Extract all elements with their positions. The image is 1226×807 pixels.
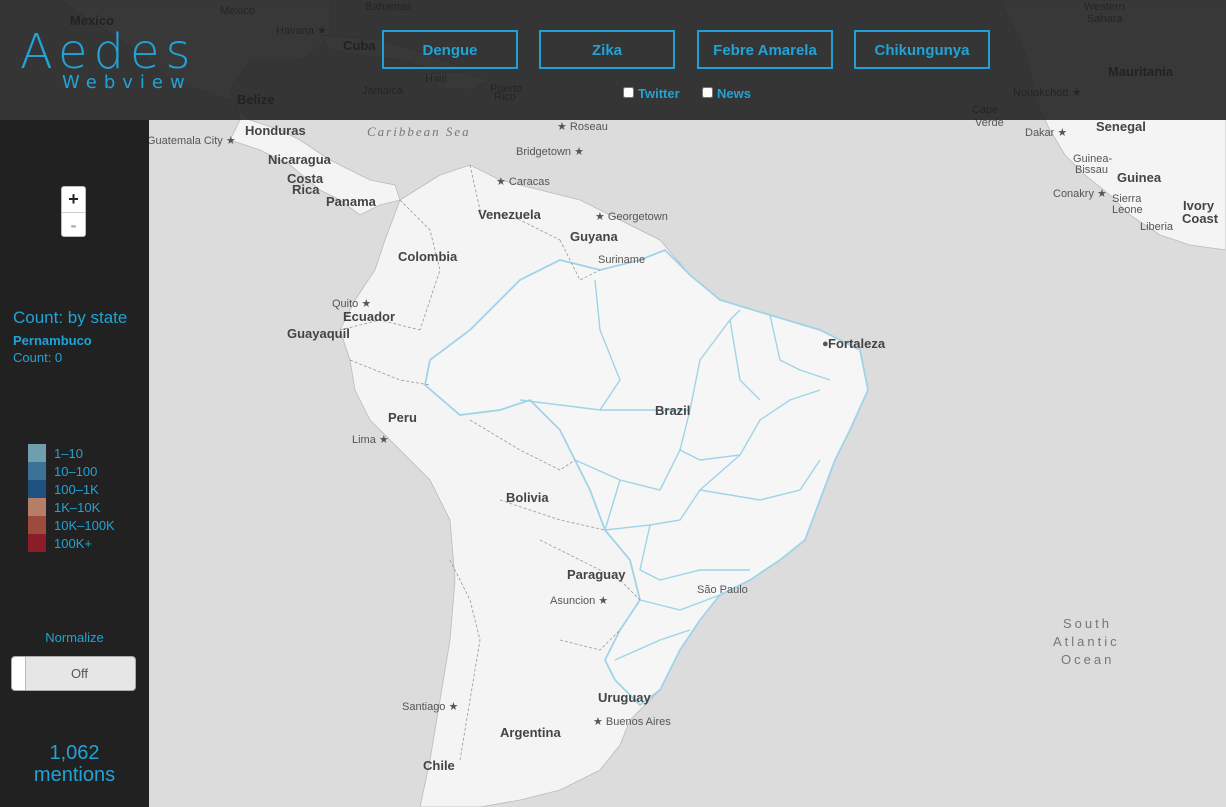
svg-text:★ Roseau: ★ Roseau	[557, 121, 608, 133]
news-label: News	[717, 86, 751, 101]
toggle-state: Off	[70, 666, 89, 681]
mentions-label: mentions	[33, 764, 116, 786]
svg-text:Panama: Panama	[326, 194, 377, 209]
svg-text:Venezuela: Venezuela	[478, 207, 542, 222]
legend-label: 10K–100K	[54, 517, 115, 533]
svg-text:★ Caracas: ★ Caracas	[496, 176, 550, 188]
twitter-toggle[interactable]: Twitter	[623, 86, 680, 101]
svg-text:★ Georgetown: ★ Georgetown	[595, 211, 668, 223]
zoom-out-button[interactable]: -	[62, 213, 85, 238]
legend-item: 10–100	[28, 462, 115, 480]
legend-item: 10K–100K	[28, 516, 115, 534]
svg-text:Coast: Coast	[1182, 211, 1219, 226]
normalize-toggle[interactable]: Off	[11, 656, 136, 691]
legend-item: 100–1K	[28, 480, 115, 498]
svg-text:Atlantic: Atlantic	[1053, 634, 1120, 649]
normalize-label: Normalize	[45, 630, 104, 645]
svg-text:Caribbean Sea: Caribbean Sea	[367, 124, 471, 139]
zoom-in-button[interactable]: +	[62, 187, 85, 213]
svg-text:Colombia: Colombia	[398, 249, 458, 264]
zoom-control: + -	[61, 186, 86, 237]
news-checkbox[interactable]	[702, 87, 713, 98]
twitter-checkbox[interactable]	[623, 87, 634, 98]
twitter-label: Twitter	[638, 86, 680, 101]
legend-swatch	[28, 480, 46, 498]
legend-swatch	[28, 534, 46, 552]
svg-text:Nicaragua: Nicaragua	[268, 152, 332, 167]
febre-amarela-button[interactable]: Febre Amarela	[697, 30, 833, 69]
mentions-counter: 1,062 mentions	[0, 742, 149, 786]
svg-text:Guinea: Guinea	[1117, 170, 1162, 185]
dengue-button[interactable]: Dengue	[382, 30, 518, 69]
legend-label: 1K–10K	[54, 499, 101, 515]
zika-button[interactable]: Zika	[539, 30, 675, 69]
legend-swatch	[28, 498, 46, 516]
svg-text:Brazil: Brazil	[655, 403, 690, 418]
legend-label: 1–10	[54, 445, 83, 461]
svg-text:Guayaquil: Guayaquil	[287, 326, 350, 341]
svg-text:Santiago ★: Santiago ★	[402, 701, 458, 713]
svg-text:Suriname: Suriname	[598, 254, 645, 266]
svg-text:Uruguay: Uruguay	[598, 690, 652, 705]
svg-text:Leone: Leone	[1112, 204, 1143, 216]
info-state: Pernambuco	[13, 333, 92, 348]
svg-text:Fortaleza: Fortaleza	[828, 336, 886, 351]
svg-text:Lima ★: Lima ★	[352, 434, 389, 446]
svg-text:Guyana: Guyana	[570, 229, 618, 244]
logo-sub-text: Webview	[62, 72, 192, 93]
info-count: Count: 0	[13, 350, 63, 365]
info-title: Count: by state	[13, 308, 128, 327]
legend: 1–10 10–100 100–1K 1K–10K 10K–100K 100K+	[28, 444, 115, 552]
legend-label: 100–1K	[54, 481, 99, 497]
svg-text:Chile: Chile	[423, 758, 455, 773]
map[interactable]: Mexico Mexico Havana ★ Cuba Bahamas Hait…	[0, 0, 1226, 807]
top-bar: Aedes Webview Dengue Zika Febre Amarela …	[0, 0, 1226, 120]
legend-item: 100K+	[28, 534, 115, 552]
info-panel: Count: by state Pernambuco Count: 0	[13, 308, 127, 365]
chikungunya-button[interactable]: Chikungunya	[854, 30, 990, 69]
svg-text:Liberia: Liberia	[1140, 221, 1174, 233]
svg-text:Bolivia: Bolivia	[506, 490, 549, 505]
logo[interactable]: Aedes Webview	[20, 28, 197, 93]
map-canvas[interactable]: Mexico Mexico Havana ★ Cuba Bahamas Hait…	[0, 0, 1226, 807]
legend-item: 1–10	[28, 444, 115, 462]
svg-text:Ocean: Ocean	[1061, 652, 1114, 667]
svg-text:Asuncion ★: Asuncion ★	[550, 595, 608, 607]
svg-text:Peru: Peru	[388, 410, 417, 425]
legend-swatch	[28, 516, 46, 534]
legend-label: 10–100	[54, 463, 98, 479]
svg-text:★ Buenos Aires: ★ Buenos Aires	[593, 716, 671, 728]
legend-label: 100K+	[54, 535, 92, 551]
svg-text:Senegal: Senegal	[1096, 119, 1146, 134]
legend-swatch	[28, 462, 46, 480]
svg-text:Argentina: Argentina	[500, 725, 561, 740]
svg-text:Paraguay: Paraguay	[567, 567, 626, 582]
svg-text:Conakry ★: Conakry ★	[1053, 188, 1107, 200]
legend-item: 1K–10K	[28, 498, 115, 516]
mentions-count: 1,062	[49, 742, 100, 764]
svg-text:Bissau: Bissau	[1075, 164, 1108, 176]
svg-text:São Paulo: São Paulo	[697, 584, 748, 596]
logo-main-text: Aedes	[20, 24, 197, 80]
svg-text:Dakar ★: Dakar ★	[1025, 127, 1067, 139]
svg-text:Rica: Rica	[292, 182, 320, 197]
news-toggle[interactable]: News	[702, 86, 751, 101]
svg-text:Ecuador: Ecuador	[343, 309, 395, 324]
svg-text:Guatemala City ★: Guatemala City ★	[147, 135, 236, 147]
legend-swatch	[28, 444, 46, 462]
svg-text:South: South	[1063, 616, 1112, 631]
svg-text:Bridgetown ★: Bridgetown ★	[516, 146, 584, 158]
svg-text:Honduras: Honduras	[245, 123, 306, 138]
